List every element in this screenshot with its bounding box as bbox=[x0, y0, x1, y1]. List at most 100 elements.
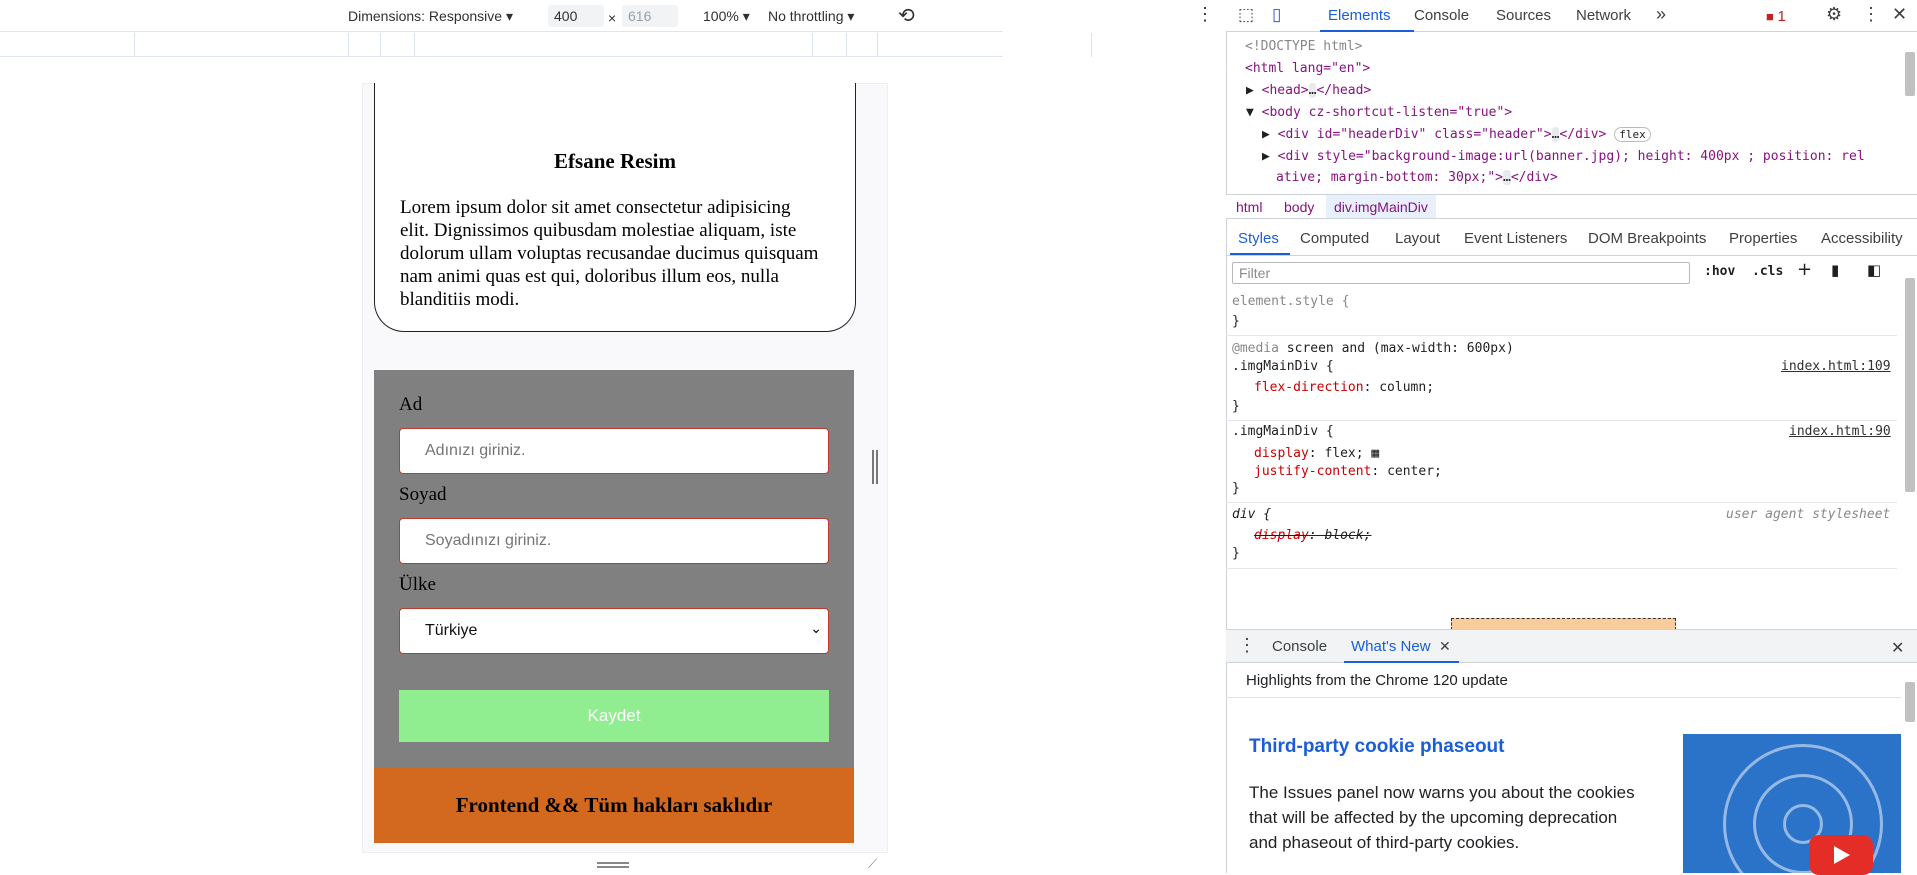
divider bbox=[1226, 697, 1901, 698]
devtools-tab-bar: ⬚ ▯ Elements Console Sources Network » ■… bbox=[1226, 0, 1917, 32]
divider bbox=[1226, 502, 1897, 503]
breadcrumb-imgmaindiv[interactable]: div.imgMainDiv bbox=[1326, 195, 1436, 218]
country-label: Ülke bbox=[399, 574, 436, 595]
breadcrumb: html body div.imgMainDiv bbox=[1226, 194, 1917, 219]
height-input[interactable]: 616 bbox=[622, 5, 678, 27]
device-toolbar: Dimensions: Responsive ▾ 400 × 616 100% … bbox=[0, 0, 1214, 32]
dom-doctype: <!DOCTYPE html> bbox=[1245, 39, 1363, 54]
styles-subtab-bar: Styles Computed Layout Event Listeners D… bbox=[1226, 222, 1917, 256]
close-drawer-icon[interactable]: ✕ bbox=[1891, 638, 1904, 658]
styles-filter-input[interactable]: Filter bbox=[1232, 262, 1690, 284]
drawer-tab-console[interactable]: Console bbox=[1272, 638, 1327, 655]
resize-handle-right[interactable] bbox=[872, 450, 878, 484]
element-style-selector: element.style { bbox=[1232, 294, 1350, 309]
last-name-input[interactable]: Soyadınızı giriniz. bbox=[399, 518, 829, 564]
gear-icon[interactable]: ⚙ bbox=[1826, 4, 1842, 25]
rule2-source-link[interactable]: index.html:90 bbox=[1789, 424, 1891, 439]
card-text: Lorem ipsum dolor sit amet consectetur a… bbox=[400, 197, 819, 310]
tab-network[interactable]: Network bbox=[1576, 7, 1631, 24]
article-title-link[interactable]: Third-party cookie phaseout bbox=[1249, 736, 1504, 758]
divider bbox=[1226, 335, 1897, 336]
times-sign: × bbox=[608, 10, 617, 26]
resize-handle-bottom[interactable] bbox=[597, 862, 629, 868]
rule3-source: user agent stylesheet bbox=[1726, 507, 1891, 522]
close-icon[interactable]: ✕ bbox=[1892, 4, 1907, 25]
save-button[interactable]: Kaydet bbox=[399, 690, 829, 742]
flex-badge[interactable]: flex bbox=[1614, 127, 1651, 142]
throttling-dropdown[interactable]: No throttling ▾ bbox=[768, 8, 854, 25]
kebab-icon[interactable]: ⋮ bbox=[1862, 4, 1880, 25]
dom-html-open[interactable]: <html lang="en"> bbox=[1245, 61, 1370, 76]
divider bbox=[1226, 568, 1897, 569]
resize-corner-icon[interactable]: ⟋ bbox=[868, 857, 877, 872]
tab-styles[interactable]: Styles bbox=[1238, 230, 1279, 247]
card-title: Efsane Resim bbox=[554, 149, 676, 173]
first-name-input[interactable]: Adınızı giriniz. bbox=[399, 428, 829, 474]
tab-console[interactable]: Console bbox=[1414, 7, 1469, 24]
paint-icon[interactable]: ▮ bbox=[1831, 261, 1839, 279]
rule1-source-link[interactable]: index.html:109 bbox=[1781, 359, 1891, 374]
dom-style-div-line-2: ative; margin-bottom: 30px;">…</div> bbox=[1276, 170, 1558, 185]
dom-style-div-line[interactable]: ▶ <div style="background-image:url(banne… bbox=[1262, 149, 1865, 164]
drawer-tab-whats-new[interactable]: What's New bbox=[1351, 638, 1431, 655]
close-tab-icon[interactable]: ✕ bbox=[1439, 638, 1451, 655]
scrollbar-thumb[interactable] bbox=[1905, 278, 1915, 492]
dom-head-line[interactable]: ▶ <head>…</head> bbox=[1246, 83, 1371, 98]
triangle-right-icon: ▶ bbox=[1246, 83, 1254, 98]
youtube-play-icon[interactable] bbox=[1809, 835, 1873, 875]
hov-button[interactable]: :hov bbox=[1704, 264, 1735, 279]
triangle-right-icon: ▶ bbox=[1262, 149, 1270, 164]
active-tab-underline bbox=[1320, 30, 1414, 32]
rotate-icon[interactable]: ⟲ bbox=[898, 3, 915, 28]
rule3-declaration: display: block; bbox=[1254, 528, 1372, 543]
cls-button[interactable]: .cls bbox=[1752, 264, 1783, 279]
issues-badge[interactable]: ■ 1 bbox=[1766, 8, 1786, 25]
registration-form: Ad Adınızı giriniz. Soyad Soyadınızı gir… bbox=[374, 370, 854, 768]
dom-header-div-line[interactable]: ▶ <div id="headerDiv" class="header">…</… bbox=[1262, 127, 1651, 142]
brace-close: } bbox=[1232, 481, 1240, 496]
active-drawer-tab-underline bbox=[1344, 661, 1459, 663]
dimensions-dropdown[interactable]: Dimensions: Responsive ▾ bbox=[348, 8, 513, 25]
last-name-label: Soyad bbox=[399, 484, 447, 505]
breadcrumb-html[interactable]: html bbox=[1236, 199, 1262, 215]
active-subtab-underline bbox=[1230, 253, 1290, 255]
tab-layout[interactable]: Layout bbox=[1395, 230, 1440, 247]
media-query-line: @media screen and (max-width: 600px) bbox=[1232, 341, 1514, 356]
rule2-declaration-display[interactable]: display: flex; ▦ bbox=[1254, 446, 1379, 461]
flex-editor-icon[interactable]: ▦ bbox=[1371, 446, 1379, 461]
tab-properties[interactable]: Properties bbox=[1729, 230, 1797, 247]
ellipsis-badge[interactable]: … bbox=[1502, 170, 1511, 185]
width-input[interactable]: 400 bbox=[548, 5, 604, 27]
footer: Frontend && Tüm hakları saklıdır bbox=[374, 768, 854, 843]
brace-close: } bbox=[1232, 314, 1240, 329]
rule2-declaration-justify[interactable]: justify-content: center; bbox=[1254, 464, 1442, 479]
divider bbox=[1226, 420, 1897, 421]
rule1-selector: .imgMainDiv { bbox=[1232, 359, 1334, 374]
tab-accessibility[interactable]: Accessibility bbox=[1821, 230, 1903, 247]
tab-dom-breakpoints[interactable]: DOM Breakpoints bbox=[1588, 230, 1706, 247]
device-toggle-icon[interactable]: ▯ bbox=[1272, 5, 1281, 25]
tab-elements[interactable]: Elements bbox=[1328, 7, 1391, 24]
tab-computed[interactable]: Computed bbox=[1300, 230, 1369, 247]
add-rule-icon[interactable]: + bbox=[1797, 259, 1812, 280]
more-tabs-icon[interactable]: » bbox=[1656, 4, 1666, 25]
inspect-icon[interactable]: ⬚ bbox=[1238, 5, 1254, 25]
article-text: The Issues panel now warns you about the… bbox=[1249, 783, 1635, 852]
kebab-icon[interactable]: ⋮ bbox=[1238, 635, 1256, 656]
rule2-selector: .imgMainDiv { bbox=[1232, 424, 1334, 439]
rule1-declaration[interactable]: flex-direction: column; bbox=[1254, 380, 1434, 395]
tab-sources[interactable]: Sources bbox=[1496, 7, 1551, 24]
sidebar-toggle-icon[interactable]: ◧ bbox=[1867, 261, 1881, 279]
rule3-selector: div { bbox=[1232, 507, 1272, 522]
scrollbar-thumb[interactable] bbox=[1905, 682, 1915, 722]
scrollbar-thumb[interactable] bbox=[1905, 52, 1915, 96]
highlights-text: Highlights from the Chrome 120 update bbox=[1246, 672, 1508, 689]
tab-event-listeners[interactable]: Event Listeners bbox=[1464, 230, 1567, 247]
zoom-dropdown[interactable]: 100% ▾ bbox=[703, 8, 750, 25]
breadcrumb-body[interactable]: body bbox=[1284, 199, 1314, 215]
image-card: Efsane Resim Lorem ipsum dolor sit amet … bbox=[374, 83, 856, 332]
triangle-down-icon: ▼ bbox=[1246, 105, 1254, 120]
country-select[interactable]: Türkiye ⌄ bbox=[399, 608, 829, 654]
dom-body-line[interactable]: ▼ <body cz-shortcut-listen="true"> bbox=[1246, 105, 1512, 120]
kebab-icon[interactable]: ⋮ bbox=[1196, 4, 1214, 25]
